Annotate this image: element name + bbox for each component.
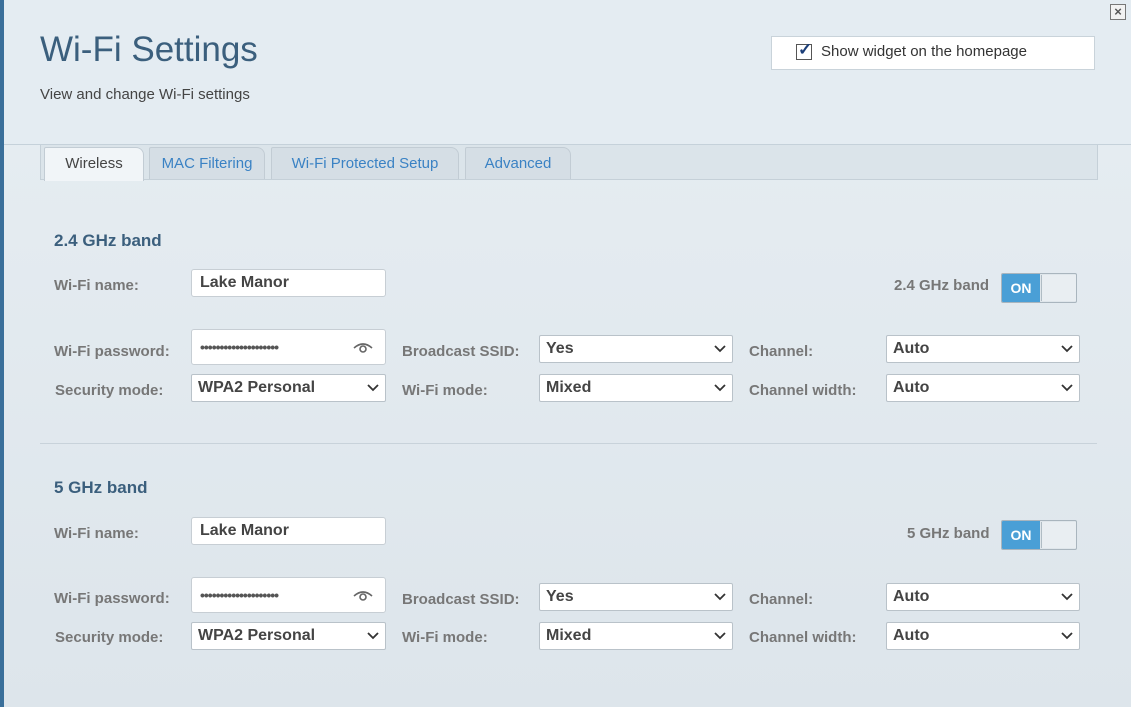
select-value: WPA2 Personal xyxy=(198,627,316,644)
close-icon: × xyxy=(1114,4,1122,19)
channel-width-select[interactable]: Auto xyxy=(886,374,1080,402)
broadcast-ssid-select[interactable]: Yes xyxy=(539,583,733,611)
wifi-name-input[interactable]: Lake Manor xyxy=(191,517,386,545)
select-value: WPA2 Personal xyxy=(198,379,316,396)
channel-select[interactable]: Auto xyxy=(886,335,1080,363)
band-title: 5 GHz band xyxy=(54,478,148,497)
select-value: Auto xyxy=(893,379,930,396)
tab-wireless[interactable]: Wireless xyxy=(44,147,144,181)
select-value: Auto xyxy=(893,588,930,605)
channel-width-label: Channel width: xyxy=(749,382,857,399)
security-mode-select[interactable]: WPA2 Personal xyxy=(191,622,386,650)
wifi-password-input[interactable]: •••••••••••••••••••• xyxy=(191,329,386,365)
password-value: •••••••••••••••••••• xyxy=(200,339,279,355)
security-mode-label: Security mode: xyxy=(55,629,164,646)
wifi-mode-select[interactable]: Mixed xyxy=(539,374,733,402)
password-value: •••••••••••••••••••• xyxy=(200,587,279,603)
broadcast-ssid-label: Broadcast SSID: xyxy=(402,343,520,360)
toggle-knob xyxy=(1041,522,1076,548)
select-value: Yes xyxy=(546,340,574,357)
chevron-down-icon xyxy=(714,632,726,640)
tab-mac-filtering[interactable]: MAC Filtering xyxy=(149,147,265,179)
chevron-down-icon xyxy=(367,384,379,392)
chevron-down-icon xyxy=(714,345,726,353)
select-value: Auto xyxy=(893,627,930,644)
page-header: Wi-Fi Settings View and change Wi-Fi set… xyxy=(4,0,1131,145)
chevron-down-icon xyxy=(714,384,726,392)
security-mode-label: Security mode: xyxy=(55,382,164,399)
wifi-mode-label: Wi-Fi mode: xyxy=(402,382,488,399)
tab-wifi-protected-setup[interactable]: Wi-Fi Protected Setup xyxy=(271,147,459,179)
tab-advanced[interactable]: Advanced xyxy=(465,147,571,179)
show-widget-checkbox[interactable]: ✓ xyxy=(796,40,812,60)
page-subtitle: View and change Wi-Fi settings xyxy=(40,86,250,103)
wifi-password-input[interactable]: •••••••••••••••••••• xyxy=(191,577,386,613)
tab-bar: Wireless MAC Filtering Wi-Fi Protected S… xyxy=(40,145,1098,181)
chevron-down-icon xyxy=(1061,345,1073,353)
broadcast-ssid-select[interactable]: Yes xyxy=(539,335,733,363)
chevron-down-icon xyxy=(714,593,726,601)
channel-label: Channel: xyxy=(749,591,814,608)
wifi-name-label: Wi-Fi name: xyxy=(54,525,139,542)
band-toggle[interactable]: ON xyxy=(1001,273,1077,303)
select-value: Yes xyxy=(546,588,574,605)
wifi-mode-select[interactable]: Mixed xyxy=(539,622,733,650)
chevron-down-icon xyxy=(367,632,379,640)
channel-width-select[interactable]: Auto xyxy=(886,622,1080,650)
toggle-state: ON xyxy=(1002,274,1040,302)
wifi-password-label: Wi-Fi password: xyxy=(54,343,170,360)
security-mode-select[interactable]: WPA2 Personal xyxy=(191,374,386,402)
page-title: Wi-Fi Settings xyxy=(40,30,258,69)
select-value: Mixed xyxy=(546,379,592,396)
show-widget-option[interactable]: ✓ Show widget on the homepage xyxy=(771,36,1095,70)
channel-select[interactable]: Auto xyxy=(886,583,1080,611)
channel-width-label: Channel width: xyxy=(749,629,857,646)
select-value: Mixed xyxy=(546,627,592,644)
show-password-eye-icon[interactable] xyxy=(353,341,373,355)
wifi-name-input[interactable]: Lake Manor xyxy=(191,269,386,297)
show-password-eye-icon[interactable] xyxy=(353,589,373,603)
wifi-name-label: Wi-Fi name: xyxy=(54,277,139,294)
toggle-knob xyxy=(1041,275,1076,301)
wifi-password-label: Wi-Fi password: xyxy=(54,590,170,607)
close-button[interactable]: × xyxy=(1110,4,1126,20)
band-toggle-label: 5 GHz band xyxy=(907,525,990,542)
select-value: Auto xyxy=(893,340,930,357)
chevron-down-icon xyxy=(1061,384,1073,392)
checkmark-icon: ✓ xyxy=(798,40,813,59)
toggle-state: ON xyxy=(1002,521,1040,549)
band-toggle-label: 2.4 GHz band xyxy=(894,277,990,294)
band-toggle[interactable]: ON xyxy=(1001,520,1077,550)
broadcast-ssid-label: Broadcast SSID: xyxy=(402,591,520,608)
chevron-down-icon xyxy=(1061,632,1073,640)
settings-content: Wireless MAC Filtering Wi-Fi Protected S… xyxy=(4,145,1131,707)
band-title: 2.4 GHz band xyxy=(54,231,162,250)
channel-label: Channel: xyxy=(749,343,814,360)
chevron-down-icon xyxy=(1061,593,1073,601)
wifi-mode-label: Wi-Fi mode: xyxy=(402,629,488,646)
show-widget-label: Show widget on the homepage xyxy=(821,43,1027,60)
band-divider xyxy=(40,443,1097,444)
